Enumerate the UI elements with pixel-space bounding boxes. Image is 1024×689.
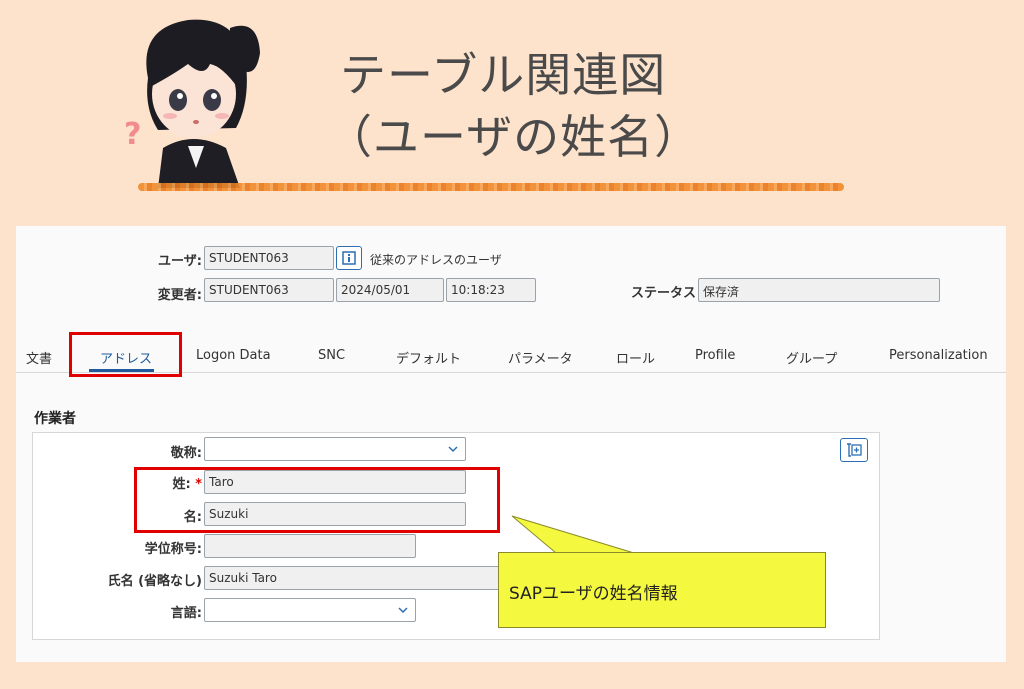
title-line-1: テーブル関連図	[340, 48, 667, 102]
section-title-person: 作業者	[34, 411, 76, 427]
language-select[interactable]	[204, 598, 416, 622]
tab-logon-data[interactable]: Logon Data	[196, 348, 271, 363]
tab-personalization[interactable]: Personalization	[889, 348, 988, 363]
changed-date-field[interactable]: 2024/05/01	[336, 278, 444, 302]
chevron-down-icon	[448, 446, 458, 453]
salutation-select[interactable]	[204, 437, 466, 461]
tab-defaults[interactable]: デフォルト	[396, 348, 461, 367]
title-line-2: （ユーザの姓名）	[326, 110, 702, 164]
tab-snc[interactable]: SNC	[318, 348, 345, 363]
full-name-label: 氏名 (省略なし)	[107, 574, 202, 589]
user-label: ユーザ:	[158, 254, 202, 269]
page-title: テーブル関連図 （ユーザの姓名）	[326, 44, 800, 168]
info-icon	[342, 251, 356, 265]
status-field[interactable]: 保存済	[698, 278, 940, 302]
info-button[interactable]	[336, 246, 362, 270]
tab-parameters[interactable]: パラメータ	[508, 348, 573, 367]
status-label: ステータス	[630, 286, 696, 301]
tab-documents[interactable]: 文書	[26, 348, 52, 367]
changed-by-label: 変更者:	[157, 288, 202, 303]
changed-time-field[interactable]: 10:18:23	[446, 278, 536, 302]
changed-by-field[interactable]: STUDENT063	[204, 278, 334, 302]
user-field[interactable]: STUDENT063	[204, 246, 334, 270]
academic-title-label: 学位称号:	[144, 542, 202, 557]
address-tab-highlight	[69, 332, 182, 377]
tab-profile[interactable]: Profile	[695, 348, 735, 363]
full-name-field[interactable]: Suzuki Taro	[204, 566, 500, 590]
tab-roles[interactable]: ロール	[616, 348, 655, 367]
annotation-callout: SAPユーザの姓名情報	[498, 552, 826, 628]
svg-text:?: ?	[124, 117, 141, 152]
language-label: 言語:	[170, 606, 202, 621]
salutation-label: 敬称:	[170, 446, 202, 461]
academic-title-field[interactable]	[204, 534, 416, 558]
mascot-illustration: ?	[124, 19, 260, 188]
chevron-down-icon	[398, 607, 408, 614]
name-fields-highlight	[134, 467, 500, 533]
expand-button[interactable]	[840, 438, 868, 462]
user-type-description: 従来のアドレスのユーザ	[370, 253, 502, 267]
decorative-divider	[138, 183, 844, 191]
expand-icon	[847, 443, 862, 457]
callout-text: SAPユーザの姓名情報	[509, 584, 678, 604]
tab-groups[interactable]: グループ	[786, 348, 837, 367]
